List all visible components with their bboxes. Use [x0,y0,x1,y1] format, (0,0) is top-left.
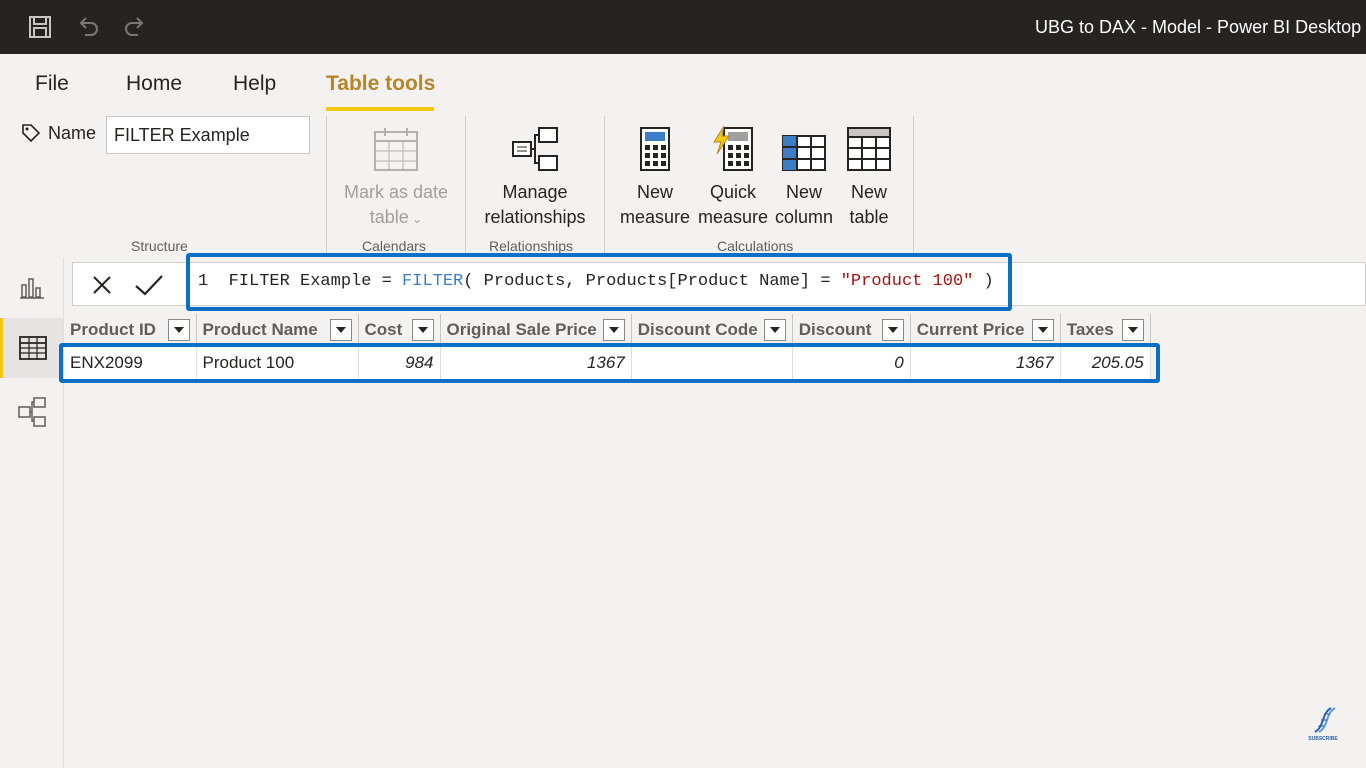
new-table-button[interactable]: New table [840,118,898,230]
new-table-label-2: table [849,207,889,227]
new-table-icon [847,127,891,171]
title-bar: UBG to DAX - Model - Power BI Desktop [0,0,1366,54]
ribbon-tabs: File Home Help Table tools [0,54,1366,112]
formula-highlight-box [186,253,1012,311]
column-header-discount-code[interactable]: Discount Code [631,314,793,347]
filter-dropdown-icon[interactable] [1121,318,1144,341]
manage-relationships-button[interactable]: Manage relationships [476,118,594,230]
new-measure-label-2: measure [619,207,691,227]
close-icon [93,276,111,294]
tab-help[interactable]: Help [233,72,276,96]
group-label-structure: Structure [131,238,188,254]
column-header-label: Discount Code [637,319,758,339]
column-header-label: Product ID [70,319,156,339]
column-header-label: Taxes [1066,319,1114,339]
relationships-icon [512,127,558,171]
mark-as-date-label-1: Mark as date [343,182,449,202]
name-label: Name [20,122,96,144]
new-column-button[interactable]: New column [772,118,836,230]
group-separator [326,116,327,254]
filter-dropdown-icon[interactable] [1031,318,1054,341]
column-header-discount[interactable]: Discount [792,314,911,347]
column-header-cost[interactable]: Cost [358,314,441,347]
report-view-icon [19,278,44,299]
filter-dropdown-icon[interactable] [602,318,625,341]
save-icon[interactable] [27,14,53,40]
column-header-product-id[interactable]: Product ID [64,314,197,347]
column-header-label: Discount [798,319,872,339]
quick-measure-label-1: Quick [709,182,756,202]
tab-table-tools[interactable]: Table tools [326,72,435,96]
calendar-icon [374,128,418,171]
row-highlight-box [59,343,1160,383]
column-header-label: Product Name [202,319,318,339]
chevron-down-icon: ⌄ [408,212,423,226]
group-separator [604,116,605,254]
tag-icon [22,124,41,143]
column-header-label: Cost [364,319,403,339]
model-view-button[interactable] [0,382,63,442]
data-view-button[interactable] [0,318,63,378]
new-column-label-2: column [774,207,834,227]
filter-dropdown-icon[interactable] [411,318,434,341]
data-view-icon [19,336,47,360]
report-view-button[interactable] [0,258,63,318]
group-separator [913,116,914,254]
undo-icon[interactable] [75,14,101,40]
group-label-calendars: Calendars [362,238,426,254]
table-header-row: Product ID Product Name Cost Original Sa… [64,314,1151,347]
dna-icon [1314,707,1336,733]
ribbon: Name Structure Mark as date table ⌄ Calen… [0,112,1366,258]
table-name-input[interactable] [106,116,310,154]
calculator-icon [640,127,670,171]
column-header-product-name[interactable]: Product Name [196,314,359,347]
tab-home[interactable]: Home [126,72,182,96]
checkmark-icon [135,275,163,296]
new-measure-button[interactable]: New measure [617,118,693,230]
filter-dropdown-icon[interactable] [881,318,904,341]
column-header-label: Original Sale Price [446,319,597,339]
mark-as-date-label-2: table [369,207,409,227]
column-header-current-price[interactable]: Current Price [910,314,1061,347]
cancel-formula-button[interactable] [86,269,118,301]
new-column-icon [782,135,826,171]
group-separator [465,116,466,254]
new-table-label-1: New [850,182,887,202]
subscribe-label: SUBSCRIBE [1308,736,1338,742]
manage-label-1: Manage [502,182,568,202]
left-view-nav [0,258,64,768]
tab-file[interactable]: File [35,72,69,96]
manage-label-2: relationships [484,207,586,227]
column-header-taxes[interactable]: Taxes [1060,314,1151,347]
filter-dropdown-icon[interactable] [167,318,190,341]
filter-dropdown-icon[interactable] [329,318,352,341]
new-column-label-1: New [785,182,822,202]
group-label-calculations: Calculations [717,238,794,254]
redo-icon[interactable] [122,14,148,40]
mark-as-date-table-button[interactable]: Mark as date table ⌄ [338,118,454,232]
column-header-original-sale-price[interactable]: Original Sale Price [440,314,632,347]
name-label-text: Name [48,122,97,143]
filter-dropdown-icon[interactable] [763,318,786,341]
model-view-icon [17,397,46,427]
new-measure-label-1: New [636,182,673,202]
window-title: UBG to DAX - Model - Power BI Desktop [1035,17,1362,37]
quick-measure-button[interactable]: Quick measure [696,118,770,230]
group-label-relationships: Relationships [489,238,574,254]
commit-formula-button[interactable] [133,269,165,301]
active-tab-indicator [326,107,434,111]
subscribe-badge[interactable]: SUBSCRIBE [1304,706,1342,746]
quick-measure-label-2: measure [697,207,769,227]
column-header-label: Current Price [916,319,1025,339]
quick-measure-icon [713,126,753,171]
